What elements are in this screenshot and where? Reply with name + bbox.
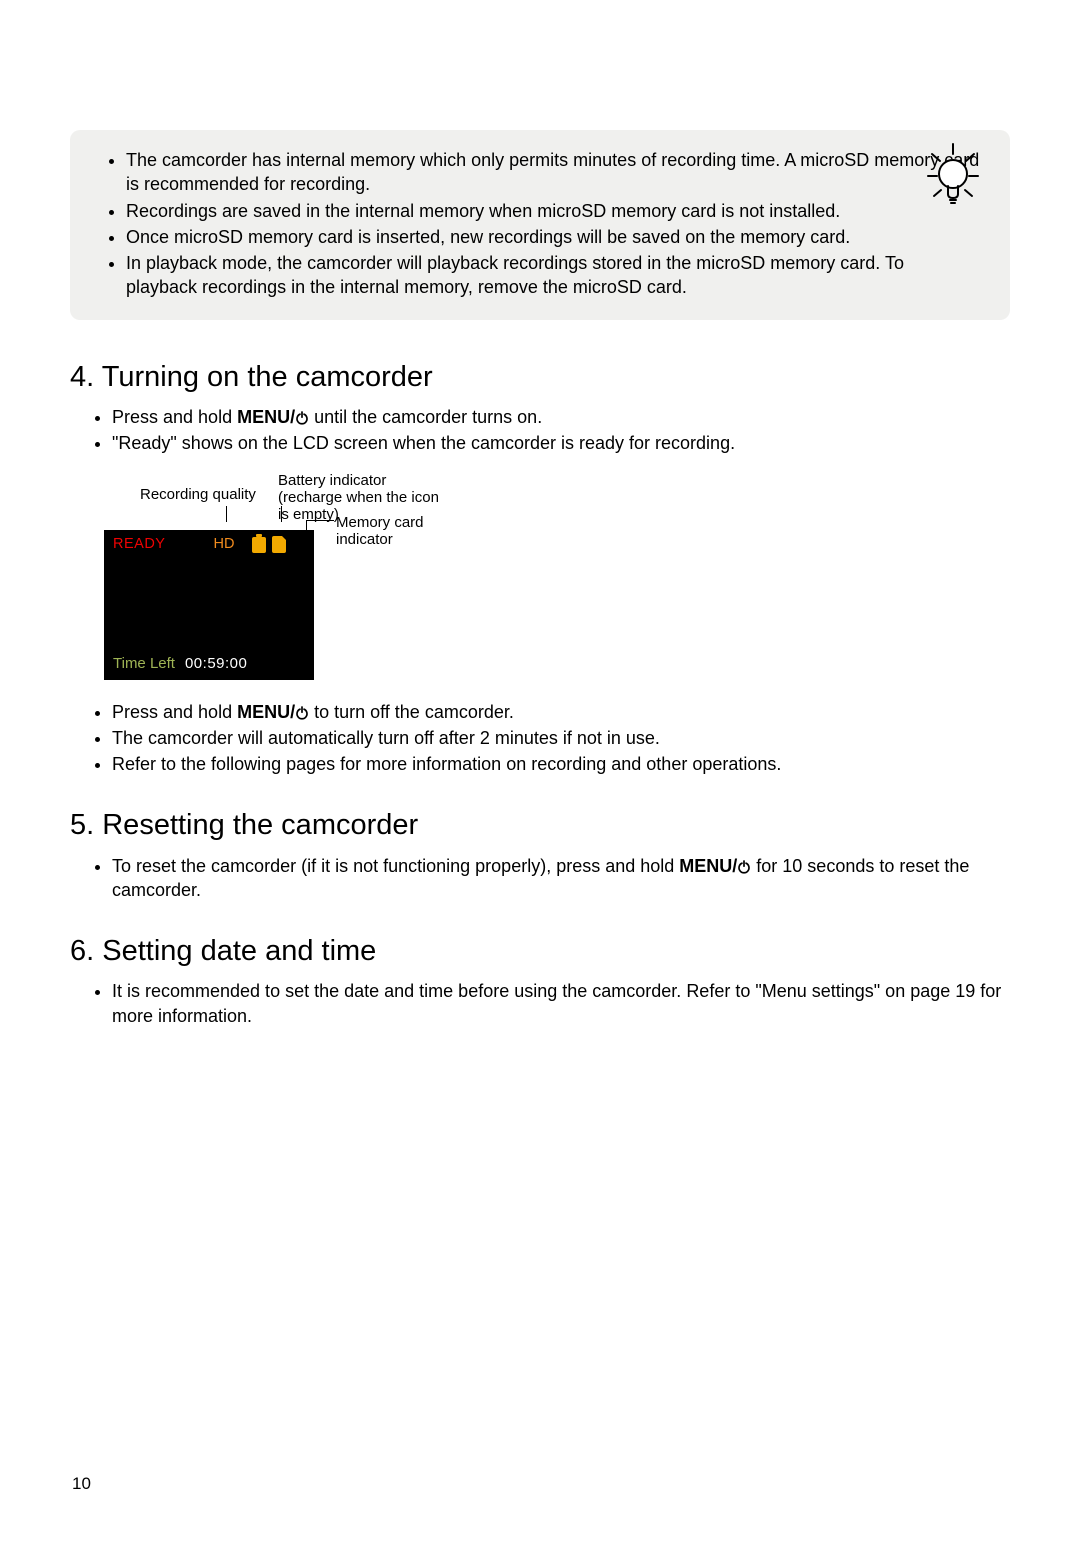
memory-card-icon — [272, 536, 286, 553]
annot-tick — [281, 506, 282, 522]
heading-resetting: 5. Resetting the camcorder — [70, 806, 1010, 845]
tip-item: In playback mode, the camcorder will pla… — [126, 251, 980, 300]
text-fragment: to turn off the camcorder. — [309, 702, 514, 722]
text-fragment: Press and hold — [112, 702, 237, 722]
text-bold-fragment: MENU/ — [679, 856, 737, 876]
text-fragment: To reset the camcorder (if it is not fun… — [112, 856, 679, 876]
bullet-item: It is recommended to set the date and ti… — [112, 979, 1010, 1028]
bullet-list: Press and hold MENU/ to turn off the cam… — [70, 700, 1010, 777]
battery-icon — [252, 537, 266, 553]
section-date-time: 6. Setting date and time It is recommend… — [70, 932, 1010, 1028]
text-fragment: Press and hold — [112, 407, 237, 427]
bullet-item: Refer to the following pages for more in… — [112, 752, 1010, 776]
bullet-list: To reset the camcorder (if it is not fun… — [70, 854, 1010, 903]
tip-item: Recordings are saved in the internal mem… — [126, 199, 980, 223]
tip-item: The camcorder has internal memory which … — [126, 148, 980, 197]
tip-list: The camcorder has internal memory which … — [100, 148, 980, 300]
bullet-item: To reset the camcorder (if it is not fun… — [112, 854, 1010, 903]
bullet-list: It is recommended to set the date and ti… — [70, 979, 1010, 1028]
lcd-rec-quality: HD — [213, 535, 234, 555]
lcd-status-ready: READY — [113, 535, 165, 555]
text-fragment: until the camcorder turns on. — [309, 407, 542, 427]
text-bold-fragment: MENU/ — [237, 702, 295, 722]
power-icon — [295, 411, 309, 425]
tip-box: The camcorder has internal memory which … — [70, 130, 1010, 320]
annot-memory-card: Memory card indicator — [336, 514, 446, 549]
section-turning-on: 4. Turning on the camcorder Press and ho… — [70, 358, 1010, 777]
power-icon — [737, 860, 751, 874]
power-icon — [295, 706, 309, 720]
bullet-item: Press and hold MENU/ to turn off the cam… — [112, 700, 1010, 724]
heading-turning-on: 4. Turning on the camcorder — [70, 358, 1010, 397]
bullet-item: Press and hold MENU/ until the camcorder… — [112, 405, 1010, 429]
lcd-time-left-value: 00:59:00 — [185, 654, 247, 674]
annot-tick — [226, 506, 227, 522]
section-resetting: 5. Resetting the camcorder To reset the … — [70, 806, 1010, 902]
bullet-list: Press and hold MENU/ until the camcorder… — [70, 405, 1010, 456]
annot-tick — [306, 520, 307, 530]
lcd-bottom-bar: Time Left 00:59:00 — [105, 651, 313, 678]
heading-date-time: 6. Setting date and time — [70, 932, 1010, 971]
lcd-illustration: Recording quality Battery indicator (rec… — [104, 472, 444, 682]
bullet-item: The camcorder will automatically turn of… — [112, 726, 1010, 750]
lcd-screen: READY HD Time Left 00:59:00 — [104, 530, 314, 680]
text-bold-fragment: MENU/ — [237, 407, 295, 427]
lcd-time-left-label: Time Left — [113, 654, 175, 674]
annot-recording-quality: Recording quality — [140, 486, 256, 503]
page-number: 10 — [72, 1473, 91, 1496]
lcd-topbar: READY HD — [105, 531, 313, 559]
tip-item: Once microSD memory card is inserted, ne… — [126, 225, 980, 249]
annot-tick — [306, 520, 334, 521]
bullet-item: "Ready" shows on the LCD screen when the… — [112, 431, 1010, 455]
